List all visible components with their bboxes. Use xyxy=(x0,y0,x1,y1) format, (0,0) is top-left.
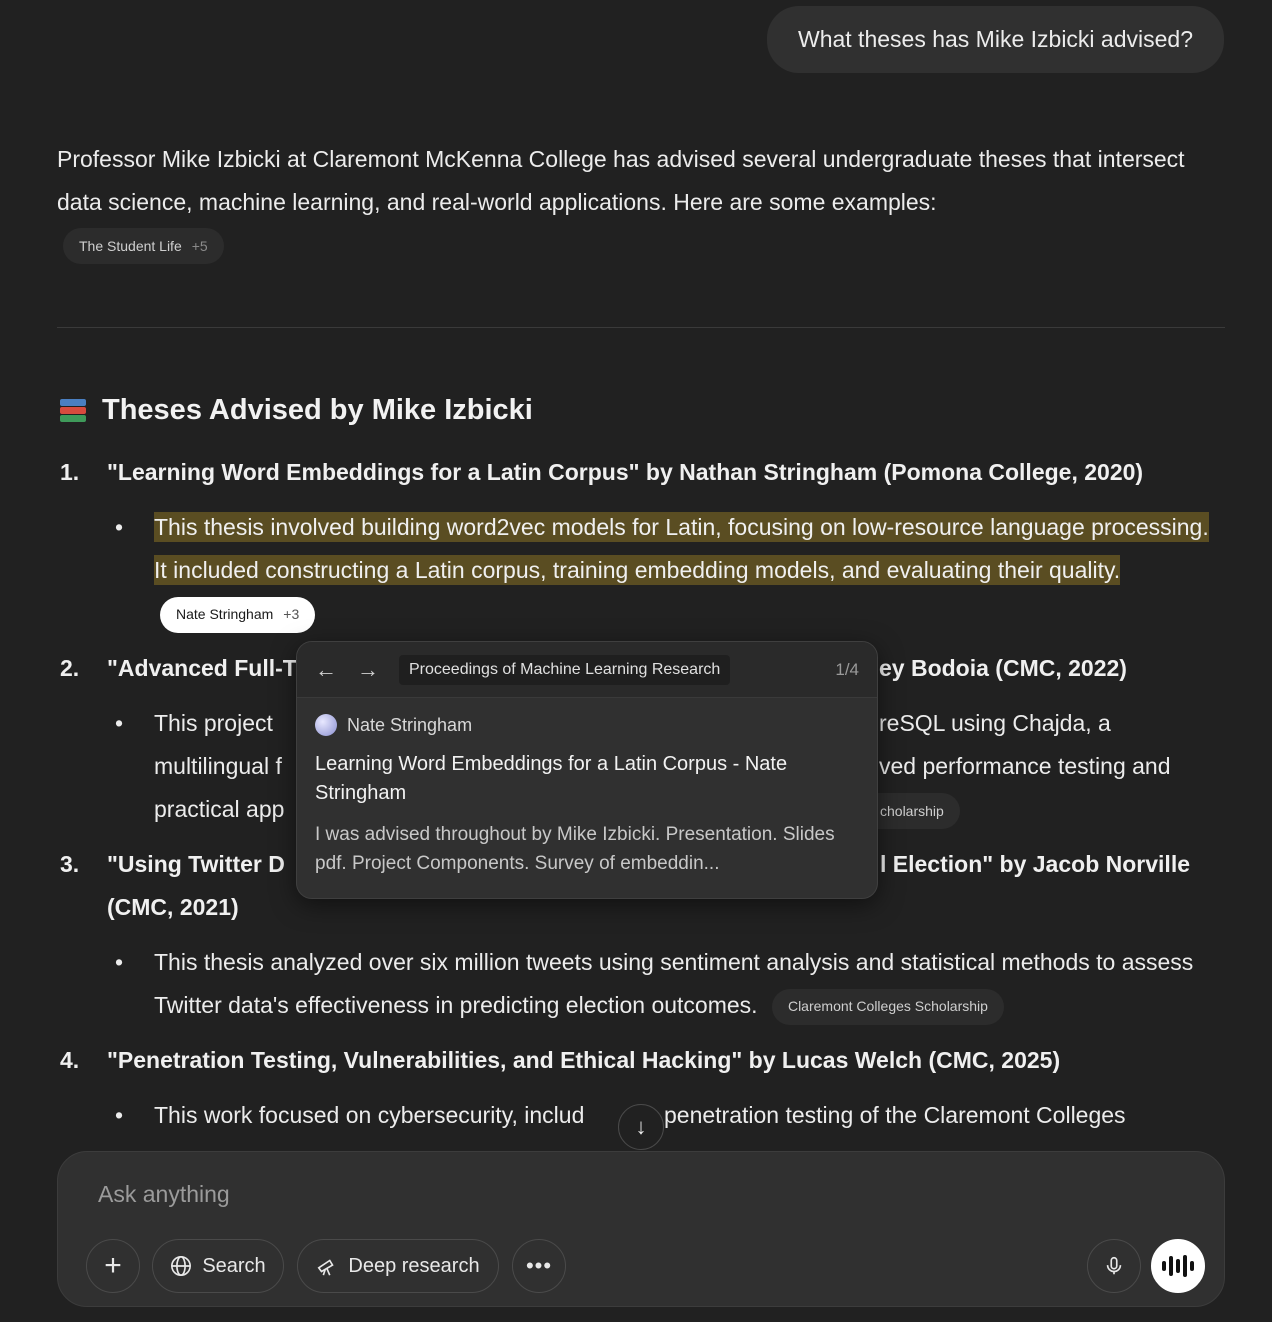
heading-text: Theses Advised by Mike Izbicki xyxy=(102,394,533,426)
list-number: 3. xyxy=(60,851,80,877)
ellipsis-icon: ••• xyxy=(525,1253,553,1278)
user-message-bubble: What theses has Mike Izbicki advised? xyxy=(766,6,1224,73)
list-number: 1. xyxy=(60,459,80,485)
add-button[interactable]: + xyxy=(86,1239,140,1293)
popover-title[interactable]: Learning Word Embeddings for a Latin Cor… xyxy=(315,750,859,808)
popover-author-row: Nate Stringham xyxy=(315,714,859,736)
thesis-item-2-bullet-line2-right: ved performance testing and xyxy=(879,745,1219,788)
bullet-text: This thesis analyzed over six million tw… xyxy=(154,949,1194,1018)
thesis-item-3-bullet: • This thesis analyzed over six million … xyxy=(115,941,1225,1031)
source-more-count: +3 xyxy=(283,606,300,623)
microphone-button[interactable] xyxy=(1087,1239,1141,1293)
thesis-title-visible-right: ey Bodoia (CMC, 2022) xyxy=(879,655,1127,681)
list-number: 4. xyxy=(60,1047,80,1073)
deep-research-button[interactable]: Deep research xyxy=(297,1239,499,1293)
books-icon xyxy=(58,396,88,426)
popover-snippet: I was advised throughout by Mike Izbicki… xyxy=(315,824,835,874)
thesis-item-4-title: 4. "Penetration Testing, Vulnerabilities,… xyxy=(60,1039,1060,1082)
citation-popover[interactable]: ← → Proceedings of Machine Learning Rese… xyxy=(296,641,878,899)
thesis-title-visible-left: "Advanced Full-T xyxy=(107,655,297,681)
thesis-item-4-bullet-right: penetration testing of the Claremont Col… xyxy=(664,1094,1224,1137)
composer: + Search Deep research ••• xyxy=(57,1151,1225,1307)
bullet-text-right: ved performance testing and xyxy=(879,753,1171,779)
search-label: Search xyxy=(202,1254,266,1277)
telescope-icon xyxy=(317,1259,335,1276)
thesis-item-3-title-line2: (CMC, 2021) xyxy=(107,886,239,929)
bullet-dot: • xyxy=(115,949,124,975)
search-button[interactable]: Search xyxy=(152,1239,284,1293)
bullet-dot: • xyxy=(115,710,124,736)
assistant-intro: Professor Mike Izbicki at Claremont McKe… xyxy=(57,146,1185,215)
source-label: Nate Stringham xyxy=(176,606,274,623)
thesis-title-line2: (CMC, 2021) xyxy=(107,894,239,920)
voice-waveform-icon xyxy=(1162,1255,1194,1277)
thesis-title-visible-right: l Election" by Jacob Norville xyxy=(880,851,1190,877)
popover-author: Nate Stringham xyxy=(347,714,473,735)
arrow-right-icon[interactable]: → xyxy=(357,657,399,683)
thesis-item-1-bullet: • This thesis involved building word2vec… xyxy=(115,506,1225,636)
popover-page-count: 1/4 xyxy=(835,659,859,679)
highlighted-text: It included constructing a Latin corpus,… xyxy=(154,555,1121,585)
thesis-item-2-title: 2. "Advanced Full-T xyxy=(60,647,297,690)
source-citation-pill[interactable]: Claremont Colleges Scholarship xyxy=(771,988,1004,1025)
bullet-dot: • xyxy=(115,514,124,540)
more-options-button[interactable]: ••• xyxy=(512,1239,566,1293)
list-number: 2. xyxy=(60,655,80,681)
thesis-item-3-title: 3. "Using Twitter D xyxy=(60,843,285,886)
section-heading: Theses Advised by Mike Izbicki xyxy=(58,394,533,427)
voice-mode-button[interactable] xyxy=(1151,1239,1205,1293)
thesis-title: "Learning Word Embeddings for a Latin Co… xyxy=(107,459,1144,485)
divider xyxy=(57,327,1225,328)
bullet-text-right: reSQL using Chajda, a xyxy=(879,710,1111,736)
source-label: The Student Life xyxy=(79,238,182,254)
deep-research-label: Deep research xyxy=(348,1254,480,1277)
thesis-item-3-title-right: l Election" by Jacob Norville xyxy=(880,843,1190,886)
bullet-text-right: penetration testing of the Claremont Col… xyxy=(664,1102,1126,1128)
highlighted-text: This thesis involved building word2vec m… xyxy=(154,512,1209,542)
thesis-title: "Penetration Testing, Vulnerabilities, a… xyxy=(107,1047,1061,1073)
arrow-down-icon: ↓ xyxy=(635,1114,647,1139)
microphone-icon xyxy=(1106,1256,1122,1275)
source-more-count: +5 xyxy=(191,238,208,254)
source-label: cholarship xyxy=(880,803,944,819)
globe-icon xyxy=(171,1256,192,1276)
arrow-left-icon[interactable]: ← xyxy=(315,657,357,683)
globe-icon xyxy=(315,714,337,736)
thesis-title-visible-left: "Using Twitter D xyxy=(107,851,285,877)
prompt-input[interactable] xyxy=(98,1176,998,1212)
plus-icon: + xyxy=(104,1249,122,1282)
bullet-dot: • xyxy=(115,1102,124,1128)
source-citation-pill-active[interactable]: Nate Stringham +3 xyxy=(160,596,316,633)
popover-source-name: Proceedings of Machine Learning Research xyxy=(399,654,731,685)
scroll-down-button[interactable]: ↓ xyxy=(618,1104,664,1150)
source-label: Claremont Colleges Scholarship xyxy=(787,998,988,1015)
thesis-item-1-title: 1. "Learning Word Embeddings for a Latin … xyxy=(60,451,1143,494)
thesis-item-2-title-right: ey Bodoia (CMC, 2022) xyxy=(879,647,1127,690)
popover-header: ← → Proceedings of Machine Learning Rese… xyxy=(297,642,877,698)
popover-body[interactable]: Nate Stringham Learning Word Embeddings … xyxy=(297,698,877,894)
source-citation-pill[interactable]: The Student Life +5 xyxy=(63,228,224,264)
thesis-item-2-bullet-right: reSQL using Chajda, a xyxy=(879,702,1219,745)
